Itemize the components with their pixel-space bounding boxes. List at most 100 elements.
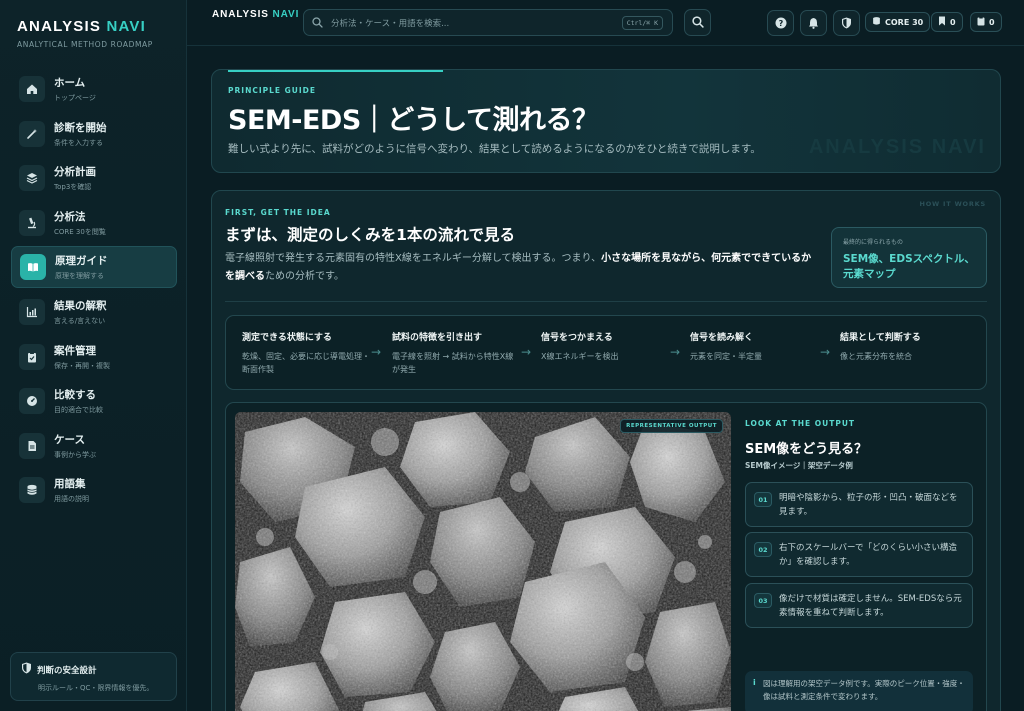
search-input[interactable]: 分析法・ケース・用語を検索... Ctrl/⌘ K xyxy=(303,9,673,36)
process-flow: 測定できる状態にする 乾燥、固定、必要に応じ導電処理・断面作製 → 試料の特徴を… xyxy=(225,315,987,390)
clipboard-count-pill[interactable]: 0 xyxy=(970,12,1002,32)
callout-label: 最終的に得られるもの xyxy=(843,239,904,246)
point-number: 01 xyxy=(754,492,772,507)
brand-logo: ANALYSIS NAVI xyxy=(17,18,146,35)
sidebar-item-label: 原理ガイド xyxy=(55,255,108,268)
sidebar-item-sub: トップページ xyxy=(54,94,96,102)
hero-watermark: ANALYSIS NAVI xyxy=(808,136,986,158)
step-title: 結果として判断する xyxy=(840,333,921,343)
principle-hero: PRINCIPLE GUIDE SEM-EDS｜どうして測れる？ 難しい式より先… xyxy=(211,69,1001,173)
point-text: 明暗や陰影から、粒子の形・凹凸・破面などを見ます。 xyxy=(779,493,958,518)
step-title: 信号を読み解く xyxy=(690,333,754,343)
shield-icon xyxy=(21,662,32,677)
reading-point: 03 像だけで材質は確定しません。SEM-EDSなら元素情報を重ねて判断します。 xyxy=(745,583,973,628)
safety-design-card: 判断の安全設計 明示ルール・QC・限界情報を優先。 xyxy=(10,652,177,701)
final-output-callout: 最終的に得られるもの SEM像、EDSスペクトル、元素マップ xyxy=(831,227,987,288)
section-eyebrow: FIRST, GET THE IDEA xyxy=(225,208,331,217)
hero-eyebrow: PRINCIPLE GUIDE xyxy=(228,86,317,95)
svg-text:?: ? xyxy=(778,19,783,28)
step-title: 測定できる状態にする xyxy=(242,333,332,343)
page-title: SEM-EDS｜どうして測れる？ xyxy=(228,105,599,136)
disclaimer-note: i 図は理解用の架空データ例です。実際のピーク位置・強度・像は試料と測定条件で変… xyxy=(745,671,973,711)
safety-title: 判断の安全設計 xyxy=(37,665,97,676)
sidebar-item-interpretation[interactable]: 結果の解釈言える/言えない xyxy=(11,291,177,333)
brand-subtitle: ANALYTICAL METHOD ROADMAP xyxy=(17,40,153,49)
safety-subtitle: 明示ルール・QC・限界情報を優先。 xyxy=(38,684,154,692)
notifications-button[interactable] xyxy=(800,10,827,36)
sidebar-item-label: ケース xyxy=(54,433,85,446)
sidebar-item-projects[interactable]: 案件管理保存・再開・複製 xyxy=(11,336,177,378)
wand-icon xyxy=(19,120,45,147)
chart-icon xyxy=(19,298,45,325)
help-icon: ? xyxy=(775,14,787,33)
bookmark-icon xyxy=(938,16,946,28)
brand[interactable]: ANALYSIS NAVI ANALYTICAL METHOD ROADMAP xyxy=(17,18,153,49)
search-button[interactable] xyxy=(684,9,711,36)
arrow-right-icon: → xyxy=(670,345,681,359)
top-brand[interactable]: ANALYSIS NAVI xyxy=(212,9,299,20)
sidebar-item-label: 診断を開始 xyxy=(54,121,107,134)
info-icon: i xyxy=(753,678,756,687)
section-description: 電子線照射で発生する元素固有の特性X線をエネルギー分解して検出する。つまり、小さ… xyxy=(225,253,812,282)
sidebar-item-principle-guide[interactable]: 原理ガイド原理を理解する xyxy=(11,246,177,289)
sidebar-item-glossary[interactable]: 用語集 用語の説明 xyxy=(11,469,177,511)
safety-button[interactable] xyxy=(833,10,860,36)
search-icon xyxy=(312,13,323,32)
callout-value: SEM像、EDSスペクトル、元素マップ xyxy=(843,253,975,280)
sidebar-item-home[interactable]: ホーム トップページ xyxy=(11,68,177,110)
representative-output-badge: REPRESENTATIVE OUTPUT xyxy=(620,419,723,433)
note-text: 図は理解用の架空データ例です。実際のピーク位置・強度・像は試料と測定条件で変わり… xyxy=(763,679,965,701)
hero-accent-line xyxy=(228,70,443,72)
sidebar-item-sub: 原理を理解する xyxy=(55,272,104,281)
sidebar-item-sub: CORE 30を閲覧 xyxy=(54,227,106,236)
sidebar-item-label: 案件管理 xyxy=(54,344,96,357)
arrow-right-icon: → xyxy=(371,345,382,359)
sidebar-item-diagnose[interactable]: 診断を開始 条件を入力する xyxy=(11,113,177,155)
divider xyxy=(225,301,987,302)
sidebar-item-methods[interactable]: 分析法 CORE 30を閲覧 xyxy=(11,202,177,244)
home-icon xyxy=(19,76,45,102)
top-bar: ANALYSIS NAVI 分析法・ケース・用語を検索... Ctrl/⌘ K … xyxy=(187,0,1024,46)
database-icon xyxy=(872,16,881,28)
clipboard-count: 0 xyxy=(989,17,995,27)
sidebar-item-sub: 言える/言えない xyxy=(54,316,106,325)
sidebar-item-sub: 事例から学ぶ xyxy=(54,450,96,459)
flow-step: 信号を読み解く 元素を同定・半定量 xyxy=(690,330,818,363)
how-it-works-section: HOW IT WORKS FIRST, GET THE IDEA まずは、測定の… xyxy=(211,190,1001,711)
bookmark-count: 0 xyxy=(950,17,956,27)
clipboard-icon xyxy=(19,343,45,370)
sidebar-item-plan[interactable]: 分析計画 Top3を確認 xyxy=(11,157,177,199)
step-title: 試料の特徴を引き出す xyxy=(392,333,483,343)
output-panel: REPRESENTATIVE OUTPUT LOOK AT THE OUTPUT… xyxy=(225,402,987,711)
clipboard-icon xyxy=(977,16,985,28)
search-placeholder: 分析法・ケース・用語を検索... xyxy=(331,18,450,29)
core-count-label: CORE 30 xyxy=(885,17,924,27)
step-description: 元素を同定・半定量 xyxy=(690,352,762,361)
output-eyebrow: LOOK AT THE OUTPUT xyxy=(745,419,856,428)
sidebar-item-sub: 保存・再開・複製 xyxy=(54,361,110,370)
gauge-icon xyxy=(19,388,45,415)
sem-image: REPRESENTATIVE OUTPUT xyxy=(235,412,731,711)
sidebar-item-label: 分析法 xyxy=(54,210,86,223)
sidebar-item-label: 結果の解釈 xyxy=(54,299,107,312)
section-tag: HOW IT WORKS xyxy=(919,200,986,208)
core-count-pill[interactable]: CORE 30 xyxy=(865,12,931,32)
output-title: SEM像をどう見る？ xyxy=(745,442,868,457)
help-button[interactable]: ? xyxy=(767,10,794,36)
point-text: 像だけで材質は確定しません。SEM-EDSなら元素情報を重ねて判断します。 xyxy=(779,594,962,619)
sidebar-item-compare[interactable]: 比較する 目的適合で比較 xyxy=(11,380,177,422)
search-icon xyxy=(691,13,704,32)
point-number: 02 xyxy=(754,542,772,557)
bookmark-count-pill[interactable]: 0 xyxy=(931,12,963,32)
flow-step: 結果として判断する 像と元素分布を統合 xyxy=(840,330,968,363)
layers-icon xyxy=(19,165,45,192)
document-icon xyxy=(19,432,45,459)
sidebar-item-cases[interactable]: ケース 事例から学ぶ xyxy=(11,425,177,467)
shield-icon xyxy=(841,14,852,33)
database-icon xyxy=(19,477,45,504)
sidebar-item-label: ホーム xyxy=(54,77,86,89)
keyboard-shortcut-badge: Ctrl/⌘ K xyxy=(621,16,663,30)
step-title: 信号をつかまえる xyxy=(541,333,613,343)
bell-icon xyxy=(808,14,819,33)
sidebar-item-sub: 目的適合で比較 xyxy=(54,406,103,415)
